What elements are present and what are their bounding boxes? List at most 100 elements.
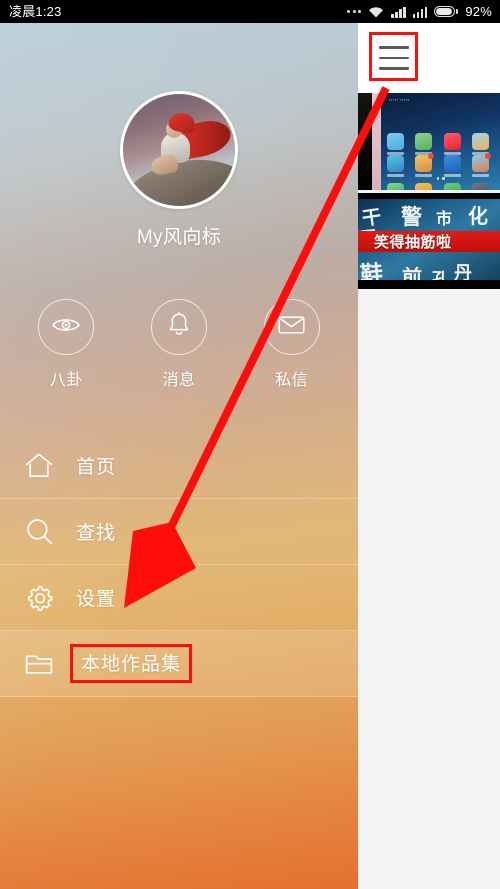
decorative-character: 丹: [454, 263, 472, 280]
phone-home-screen-thumbnail[interactable]: ▪▪▪▪▪ ▪▪▪▪▪: [358, 93, 500, 190]
sidebar-item-home[interactable]: 首页: [0, 433, 358, 499]
search-icon: [20, 513, 58, 551]
drawer-menu-list: 首页 查找 设置 本地作品集: [0, 433, 358, 697]
thumbnail-app-icon: [415, 133, 433, 155]
phone-app-icon: [387, 183, 404, 190]
video-caption-banner: 笑得抽筋啦: [358, 231, 500, 252]
thumbnail-app-icon: [415, 183, 433, 190]
thumbnail-app-icon: [387, 155, 404, 177]
navigation-drawer: My风向标 八卦 消息 私信 首页 查找 设置 本地作品集: [0, 23, 358, 889]
sidebar-item-local-works[interactable]: 本地作品集: [0, 631, 358, 697]
dot: [358, 9, 362, 13]
battery-tip: [455, 9, 458, 14]
hamburger-bar-2: [379, 56, 409, 60]
profile-section[interactable]: My风向标: [0, 91, 358, 249]
decorative-character: 孔: [432, 270, 449, 280]
gear-icon: [20, 579, 58, 617]
sidebar-item-label: 设置: [76, 589, 117, 610]
music-app-icon: [443, 133, 461, 150]
thumbnail-app-row-1: [387, 133, 495, 155]
sidebar-item-label: 查找: [76, 523, 117, 544]
sidebar-item-label: 本地作品集: [70, 644, 193, 683]
signal-bar: [424, 6, 428, 18]
thumbnail-app-icon: [471, 153, 491, 177]
envelope-icon: [278, 315, 305, 340]
background-app-panel: ▪▪▪▪▪ ▪▪▪▪▪ 干 警 市 化 丹 鞋 前 孔 笑得抽筋啦: [358, 23, 500, 889]
settings-app-icon: [471, 183, 489, 190]
system-tools-app-icon: [471, 153, 491, 172]
signal-bar: [391, 14, 394, 18]
thumbnail-app-icon: [443, 155, 461, 177]
battery-fill: [436, 7, 453, 16]
page-dot: [436, 177, 439, 180]
notification-badge: [428, 153, 435, 159]
sidebar-item-settings[interactable]: 设置: [0, 565, 358, 631]
quick-action-messages[interactable]: 消息: [136, 299, 222, 390]
quick-action-label: 八卦: [49, 372, 83, 389]
signal-icon-1: [391, 6, 406, 18]
decorative-character: 鞋: [359, 261, 385, 280]
thumbnail-phone-screen: ▪▪▪▪▪ ▪▪▪▪▪: [381, 93, 500, 190]
dot: [352, 9, 356, 13]
video-frame-thumbnail[interactable]: 干 警 市 化 习 丹 鞋 前 孔 笑得抽筋啦: [358, 193, 500, 289]
quick-actions-row: 八卦 消息 私信: [0, 299, 358, 390]
quick-action-circle: [38, 299, 95, 355]
weather-app-icon: [387, 133, 404, 150]
signal-icon-2: [412, 6, 428, 18]
thumbnail-bezel: [358, 93, 372, 190]
quick-action-label: 私信: [275, 372, 309, 389]
sidebar-item-label: 首页: [76, 457, 117, 478]
signal-bar: [416, 11, 420, 18]
thumbnail-app-icon: [387, 133, 404, 155]
hamburger-menu-icon[interactable]: [371, 35, 417, 81]
avatar[interactable]: [120, 91, 238, 209]
bell-icon: [168, 312, 190, 342]
thumbnail-app-icon: [415, 153, 435, 177]
quick-action-circle: [263, 299, 320, 355]
thumbnail-page-dots: [381, 177, 500, 180]
app-top-bar: [358, 23, 500, 93]
phone-screenshot: ▪▪▪▪▪ ▪▪▪▪▪ 干 警 市 化 丹 鞋 前 孔 笑得抽筋啦 My风向标 …: [0, 0, 500, 889]
battery-icon: [434, 5, 458, 18]
quick-action-bagua[interactable]: 八卦: [23, 299, 109, 390]
decorative-character: 前: [402, 265, 422, 280]
battery-percent-label: 92%: [465, 4, 492, 19]
folder-app-icon: [387, 155, 404, 172]
signal-bar: [403, 6, 406, 18]
signal-bar: [395, 11, 398, 18]
signal-bar: [412, 14, 416, 18]
dot: [347, 9, 351, 13]
thumbnail-status-line: ▪▪▪▪▪ ▪▪▪▪▪: [389, 97, 410, 102]
signal-bar: [399, 9, 402, 18]
quick-action-label: 消息: [162, 372, 196, 389]
tools-app-icon: [471, 133, 489, 150]
hamburger-bar-1: [379, 46, 409, 49]
status-time: 凌晨1:23: [9, 4, 62, 19]
thumbnail-app-icon: [471, 183, 489, 190]
signal-bar: [420, 9, 424, 18]
decorative-character: 警: [401, 205, 422, 229]
browser-app-icon: [443, 183, 461, 190]
decorative-character: 市: [436, 209, 453, 228]
status-bar: 凌晨1:23 92%: [0, 0, 500, 23]
gallery-app-icon: [415, 133, 433, 150]
page-dot: [442, 177, 445, 180]
eye-icon: [51, 315, 81, 340]
quick-action-direct-message[interactable]: 私信: [249, 299, 335, 390]
thumbnail-dock-row: [387, 183, 495, 190]
sidebar-item-search[interactable]: 查找: [0, 499, 358, 565]
hamburger-bar-3: [379, 67, 409, 70]
thumbnail-app-row-2: [387, 153, 495, 177]
thumbnail-app-icon: [443, 133, 461, 155]
messages-app-icon: [415, 183, 433, 190]
folder-app-icon: [415, 153, 435, 172]
profile-username: My风向标: [136, 227, 222, 248]
thumbnail-app-icon: [387, 183, 404, 190]
quick-action-circle: [150, 299, 207, 355]
security-app-icon: [443, 155, 461, 172]
more-dots-icon: [347, 9, 362, 14]
home-icon: [20, 447, 58, 485]
decorative-character: 化: [468, 204, 488, 228]
folder-icon: [20, 645, 58, 683]
thumbnail-phone-edge: [372, 93, 381, 190]
